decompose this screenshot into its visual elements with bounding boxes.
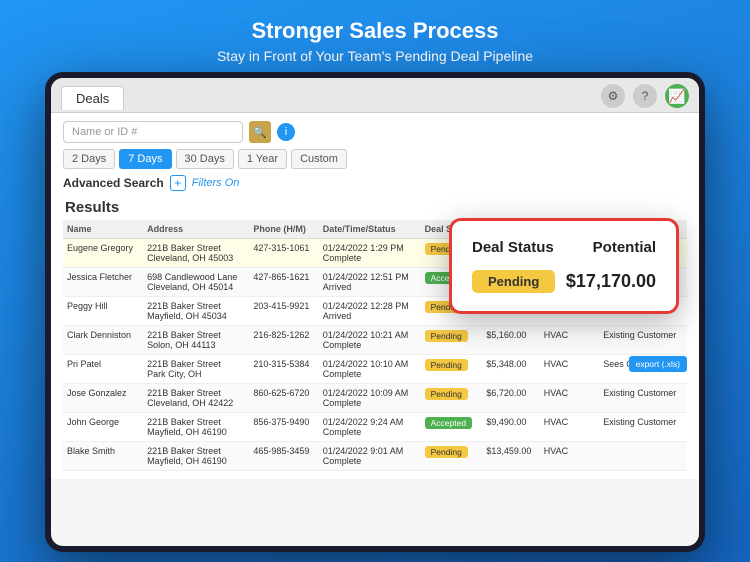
cell-name: Eugene Gregory: [63, 239, 143, 268]
cell-address: 221B Baker StreetCleveland, OH 42422: [143, 384, 249, 413]
status-badge: Pending: [425, 359, 468, 371]
cell-potential: $6,720.00: [482, 384, 539, 413]
filters-on-label: Filters On: [192, 177, 240, 189]
gear-icon[interactable]: ⚙: [601, 84, 625, 108]
cell-potential: $13,459.00: [482, 442, 539, 471]
tab-deals[interactable]: Deals: [61, 86, 124, 110]
popup-values-row: Pending $17,170.00: [472, 270, 656, 293]
cell-status: Pending: [421, 355, 483, 384]
cell-status: Pending: [421, 384, 483, 413]
cell-phone: 856-375-9490: [249, 413, 318, 442]
cell-address: 221B Baker StreetSolon, OH 44113: [143, 326, 249, 355]
search-box[interactable]: Name or ID #: [63, 121, 243, 143]
popup-header-row: Deal Status Potential: [472, 239, 656, 256]
filter-1year[interactable]: 1 Year: [238, 149, 287, 169]
cell-status: Pending: [421, 326, 483, 355]
cell-phone: 210-315-5384: [249, 355, 318, 384]
cell-lead: [599, 442, 687, 471]
status-badge: Pending: [425, 388, 468, 400]
cell-trade: HVAC: [540, 413, 599, 442]
info-icon[interactable]: i: [277, 123, 295, 141]
device-frame: Deals ⚙ ? 📈 Name or ID # 🔍 i 2 Days 7 Da…: [45, 72, 705, 552]
cell-name: Blake Smith: [63, 442, 143, 471]
popup-status-badge: Pending: [472, 270, 555, 293]
cell-name: Peggy Hill: [63, 297, 143, 326]
cell-status: Pending: [421, 442, 483, 471]
cell-address: 221B Baker StreetPark City, OH: [143, 355, 249, 384]
advanced-search-label[interactable]: Advanced Search: [63, 176, 164, 190]
cell-trade: HVAC: [540, 355, 599, 384]
cell-phone: 860-625-6720: [249, 384, 318, 413]
cell-datetime: 01/24/2022 10:10 AMComplete: [319, 355, 421, 384]
cell-phone: 216-825-1262: [249, 326, 318, 355]
cell-potential: $5,160.00: [482, 326, 539, 355]
cell-datetime: 01/24/2022 12:51 PMArrived: [319, 268, 421, 297]
cell-datetime: 01/24/2022 10:09 AMComplete: [319, 384, 421, 413]
filter-row: 2 Days 7 Days 30 Days 1 Year Custom: [63, 149, 687, 169]
table-row[interactable]: Clark Denniston 221B Baker StreetSolon, …: [63, 326, 687, 355]
popup-amount: $17,170.00: [566, 271, 656, 292]
results-header: Results: [63, 199, 119, 216]
top-icons: ⚙ ? 📈: [601, 84, 689, 112]
col-name: Name: [63, 220, 143, 239]
hero-subtitle: Stay in Front of Your Team's Pending Dea…: [0, 48, 750, 64]
table-row[interactable]: John George 221B Baker StreetMayfield, O…: [63, 413, 687, 442]
app-screen: Deals ⚙ ? 📈 Name or ID # 🔍 i 2 Days 7 Da…: [51, 78, 699, 546]
status-badge: Accepted: [425, 417, 472, 429]
filter-2days[interactable]: 2 Days: [63, 149, 115, 169]
popup-status-header: Deal Status: [472, 239, 554, 256]
cell-phone: 427-315-1061: [249, 239, 318, 268]
cell-phone: 427-865-1621: [249, 268, 318, 297]
cell-lead: Existing Customer: [599, 326, 687, 355]
cell-datetime: 01/24/2022 10:21 AMComplete: [319, 326, 421, 355]
cell-lead: Existing Customer: [599, 413, 687, 442]
search-row: Name or ID # 🔍 i: [63, 121, 687, 143]
status-badge: Pending: [425, 330, 468, 342]
export-button[interactable]: export (.xls): [629, 356, 687, 372]
table-row[interactable]: Blake Smith 221B Baker StreetMayfield, O…: [63, 442, 687, 471]
cell-phone: 465-985-3459: [249, 442, 318, 471]
chart-icon[interactable]: 📈: [665, 84, 689, 108]
cell-address: 221B Baker StreetMayfield, OH 45034: [143, 297, 249, 326]
cell-address: 221B Baker StreetCleveland, OH 45003: [143, 239, 249, 268]
status-badge: Pending: [425, 446, 468, 458]
popup-potential-header: Potential: [593, 239, 656, 256]
filter-30days[interactable]: 30 Days: [176, 149, 234, 169]
cell-name: John George: [63, 413, 143, 442]
cell-name: Clark Denniston: [63, 326, 143, 355]
search-button[interactable]: 🔍: [249, 121, 271, 143]
help-icon[interactable]: ?: [633, 84, 657, 108]
deal-status-popup: Deal Status Potential Pending $17,170.00: [449, 218, 679, 314]
col-address: Address: [143, 220, 249, 239]
cell-status: Accepted: [421, 413, 483, 442]
advanced-search-row: Advanced Search + Filters On: [63, 175, 687, 191]
cell-trade: HVAC: [540, 384, 599, 413]
cell-address: 221B Baker StreetMayfield, OH 46190: [143, 442, 249, 471]
cell-name: Jose Gonzalez: [63, 384, 143, 413]
top-bar: Deals ⚙ ? 📈: [51, 78, 699, 113]
cell-trade: HVAC: [540, 442, 599, 471]
cell-name: Jessica Fletcher: [63, 268, 143, 297]
cell-lead: Existing Customer: [599, 384, 687, 413]
col-phone: Phone (H/M): [249, 220, 318, 239]
cell-datetime: 01/24/2022 9:24 AMComplete: [319, 413, 421, 442]
hero-title: Stronger Sales Process: [0, 0, 750, 44]
cell-datetime: 01/24/2022 9:01 AMComplete: [319, 442, 421, 471]
cell-name: Pri Patel: [63, 355, 143, 384]
cell-address: 698 Candlewood LaneCleveland, OH 45014: [143, 268, 249, 297]
cell-potential: $9,490.00: [482, 413, 539, 442]
filter-custom[interactable]: Custom: [291, 149, 347, 169]
search-placeholder: Name or ID #: [72, 126, 137, 138]
cell-trade: HVAC: [540, 326, 599, 355]
filter-7days[interactable]: 7 Days: [119, 149, 171, 169]
cell-phone: 203-415-9921: [249, 297, 318, 326]
table-row[interactable]: Pri Patel 221B Baker StreetPark City, OH…: [63, 355, 687, 384]
cell-datetime: 01/24/2022 12:28 PMArrived: [319, 297, 421, 326]
cell-potential: $5,348.00: [482, 355, 539, 384]
cell-address: 221B Baker StreetMayfield, OH 46190: [143, 413, 249, 442]
col-datetime: Date/Time/Status: [319, 220, 421, 239]
table-row[interactable]: Jose Gonzalez 221B Baker StreetCleveland…: [63, 384, 687, 413]
add-filter-icon[interactable]: +: [170, 175, 186, 191]
cell-datetime: 01/24/2022 1:29 PMComplete: [319, 239, 421, 268]
